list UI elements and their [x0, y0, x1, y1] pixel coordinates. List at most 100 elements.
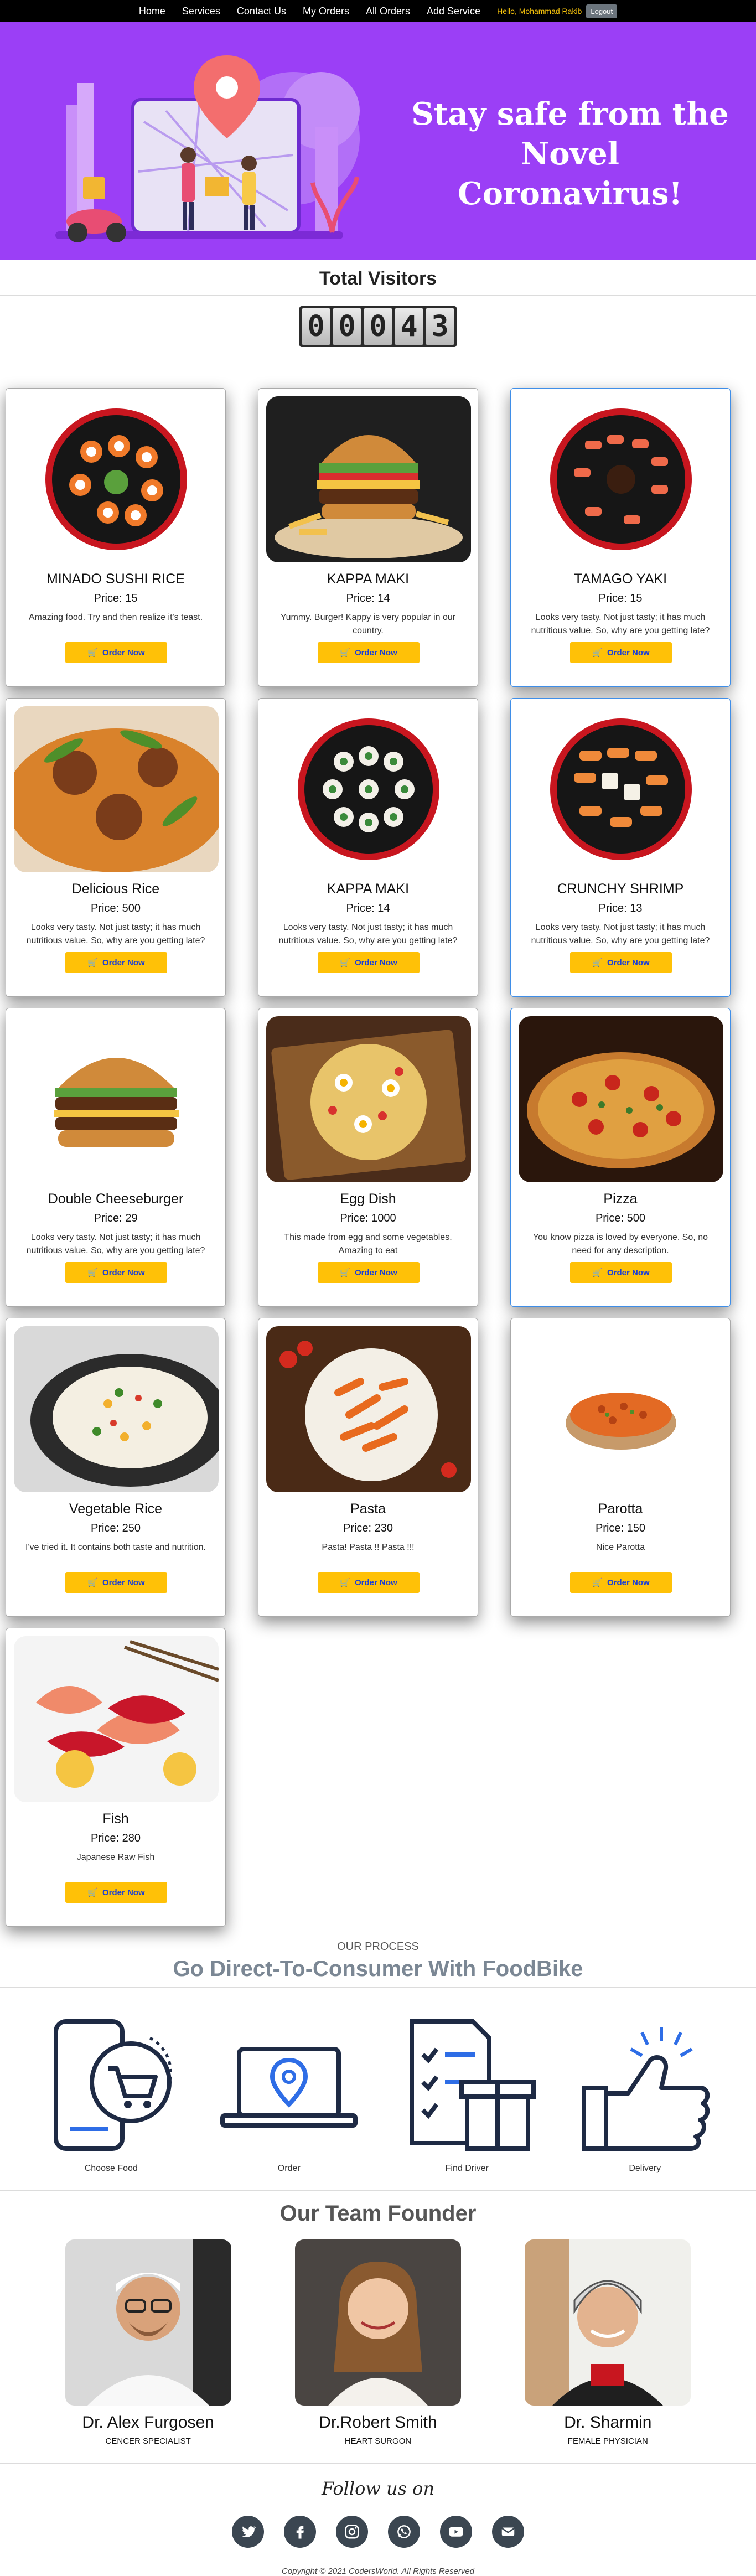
cart-icon: 🛒 — [592, 958, 603, 968]
order-now-label: Order Now — [355, 1577, 397, 1587]
order-now-label: Order Now — [102, 1268, 145, 1277]
member-role: HEART SURGON — [344, 2437, 412, 2446]
order-now-label: Order Now — [607, 958, 650, 968]
order-now-label: Order Now — [607, 1268, 650, 1277]
twitter-icon[interactable] — [232, 2516, 264, 2548]
email-icon[interactable] — [492, 2516, 524, 2548]
order-now-label: Order Now — [355, 958, 397, 968]
process-step-label: Delivery — [629, 2164, 661, 2173]
nav-link-home[interactable]: Home — [139, 6, 165, 17]
raw-fish-image — [14, 1636, 219, 1802]
egg-dish-image — [266, 1016, 471, 1182]
nav-link-my-orders[interactable]: My Orders — [303, 6, 349, 17]
cart-icon: 🛒 — [87, 1268, 98, 1277]
member-name: Dr.Robert Smith — [319, 2413, 437, 2432]
product-price: Price: 29 — [94, 1212, 138, 1224]
process-step: Delivery — [562, 2016, 728, 2174]
order-now-label: Order Now — [102, 958, 145, 968]
product-name: CRUNCHY SHRIMP — [557, 881, 684, 897]
delivery-map-illustration — [55, 55, 360, 242]
sushi-platter-image — [14, 396, 219, 562]
team-member: Dr. Sharmin FEMALE PHYSICIAN — [519, 2239, 696, 2446]
process-section: OUR PROCESS Go Direct-To-Consumer With F… — [0, 1941, 756, 2191]
process-step: Choose Food — [28, 2016, 194, 2174]
team-section: Our Team Founder Dr. Alex Furgosen CENCE… — [0, 2201, 756, 2446]
facebook-icon[interactable] — [284, 2516, 316, 2548]
team-member: Dr.Robert Smith HEART SURGON — [289, 2239, 467, 2446]
product-card: Double Cheeseburger Price: 29 Looks very… — [6, 1008, 226, 1307]
member-role: FEMALE PHYSICIAN — [567, 2437, 648, 2446]
counter-digit: 3 — [426, 308, 454, 345]
product-card: Fish Price: 280 Japanese Raw Fish 🛒 Order… — [6, 1628, 226, 1927]
product-description: Pasta! Pasta !! Pasta !!! — [322, 1543, 415, 1552]
cart-icon: 🛒 — [340, 958, 350, 968]
user-greeting: Hello, Mohammad Rakib — [497, 7, 582, 15]
product-card: KAPPA MAKI Price: 14 Looks very tasty. N… — [258, 698, 478, 997]
product-description: Looks very tasty. Not just tasty; it has… — [531, 923, 710, 945]
order-now-button[interactable]: 🛒 Order Now — [65, 952, 167, 973]
thumbs-up-icon — [582, 2027, 710, 2151]
product-price: Price: 15 — [598, 592, 643, 604]
product-card: TAMAGO YAKI Price: 15 Looks very tasty. … — [510, 388, 731, 687]
whatsapp-icon[interactable] — [388, 2516, 420, 2548]
cart-icon: 🛒 — [340, 648, 350, 658]
logout-button[interactable]: Logout — [586, 4, 618, 18]
member-name: Dr. Alex Furgosen — [82, 2413, 214, 2432]
hero-banner: Stay safe from the Novel Coronavirus! — [0, 22, 756, 260]
counter-digit: 4 — [395, 308, 423, 345]
order-now-button[interactable]: 🛒 Order Now — [318, 1572, 420, 1593]
order-now-button[interactable]: 🛒 Order Now — [318, 642, 420, 663]
product-description: This made from egg and some vegetables. … — [284, 1233, 452, 1255]
team-title: Our Team Founder — [279, 2201, 477, 2226]
order-now-button[interactable]: 🛒 Order Now — [65, 1572, 167, 1593]
youtube-icon[interactable] — [440, 2516, 472, 2548]
mobile-cart-icon — [53, 2019, 172, 2151]
order-now-label: Order Now — [607, 648, 650, 658]
order-now-button[interactable]: 🛒 Order Now — [318, 1262, 420, 1283]
process-eyebrow: OUR PROCESS — [337, 1941, 419, 1953]
order-now-button[interactable]: 🛒 Order Now — [570, 1262, 672, 1283]
product-name: KAPPA MAKI — [327, 881, 410, 897]
product-price: Price: 14 — [346, 592, 390, 604]
visitors-title: Total Visitors — [319, 268, 437, 289]
product-card: Delicious Rice Price: 500 Looks very tas… — [6, 698, 226, 997]
pasta-image — [266, 1326, 471, 1492]
copyright-text: Copyright © 2021 CodersWorld. All Rights… — [281, 2567, 475, 2576]
product-grid: MINADO SUSHI RICE Price: 15 Amazing food… — [0, 360, 756, 1927]
order-now-button[interactable]: 🛒 Order Now — [318, 952, 420, 973]
order-now-button[interactable]: 🛒 Order Now — [570, 1572, 672, 1593]
product-price: Price: 14 — [346, 902, 390, 914]
follow-us-heading: Follow us on — [321, 2478, 435, 2499]
cart-icon: 🛒 — [592, 1578, 603, 1587]
order-now-label: Order Now — [607, 1577, 650, 1587]
checklist-gift-icon — [409, 2019, 536, 2151]
social-links — [0, 2516, 756, 2548]
product-price: Price: 230 — [343, 1522, 393, 1534]
process-step-label: Find Driver — [445, 2164, 489, 2173]
instagram-icon[interactable] — [336, 2516, 368, 2548]
order-now-button[interactable]: 🛒 Order Now — [65, 1262, 167, 1283]
product-price: Price: 500 — [90, 902, 141, 914]
product-name: MINADO SUSHI RICE — [46, 571, 185, 587]
nav-link-add-service[interactable]: Add Service — [427, 6, 480, 17]
product-description: I've tried it. It contains both taste an… — [25, 1543, 206, 1552]
product-description: Looks very tasty. Not just tasty; it has… — [26, 923, 205, 945]
vegetable-rice-image — [14, 1326, 219, 1492]
order-now-button[interactable]: 🛒 Order Now — [570, 952, 672, 973]
product-description: Yummy. Burger! Kappy is very popular in … — [280, 613, 456, 635]
cart-icon: 🛒 — [87, 648, 98, 658]
cart-icon: 🛒 — [87, 1888, 98, 1897]
nav-link-services[interactable]: Services — [182, 6, 220, 17]
order-now-button[interactable]: 🛒 Order Now — [570, 642, 672, 663]
footer: Follow us on Copyright © 2021 CodersWorl… — [0, 2463, 756, 2576]
rice-dish-image — [14, 706, 219, 872]
nav-link-contact[interactable]: Contact Us — [237, 6, 286, 17]
product-card: Pasta Price: 230 Pasta! Pasta !! Pasta !… — [258, 1318, 478, 1617]
order-now-button[interactable]: 🛒 Order Now — [65, 1882, 167, 1903]
product-price: Price: 15 — [94, 592, 138, 604]
nav-link-all-orders[interactable]: All Orders — [366, 6, 410, 17]
visitor-counter: 0 0 0 4 3 — [0, 296, 756, 360]
order-now-button[interactable]: 🛒 Order Now — [65, 642, 167, 663]
product-price: Price: 280 — [90, 1832, 141, 1844]
product-description: Looks very tasty. Not just tasty; it has… — [26, 1233, 205, 1255]
